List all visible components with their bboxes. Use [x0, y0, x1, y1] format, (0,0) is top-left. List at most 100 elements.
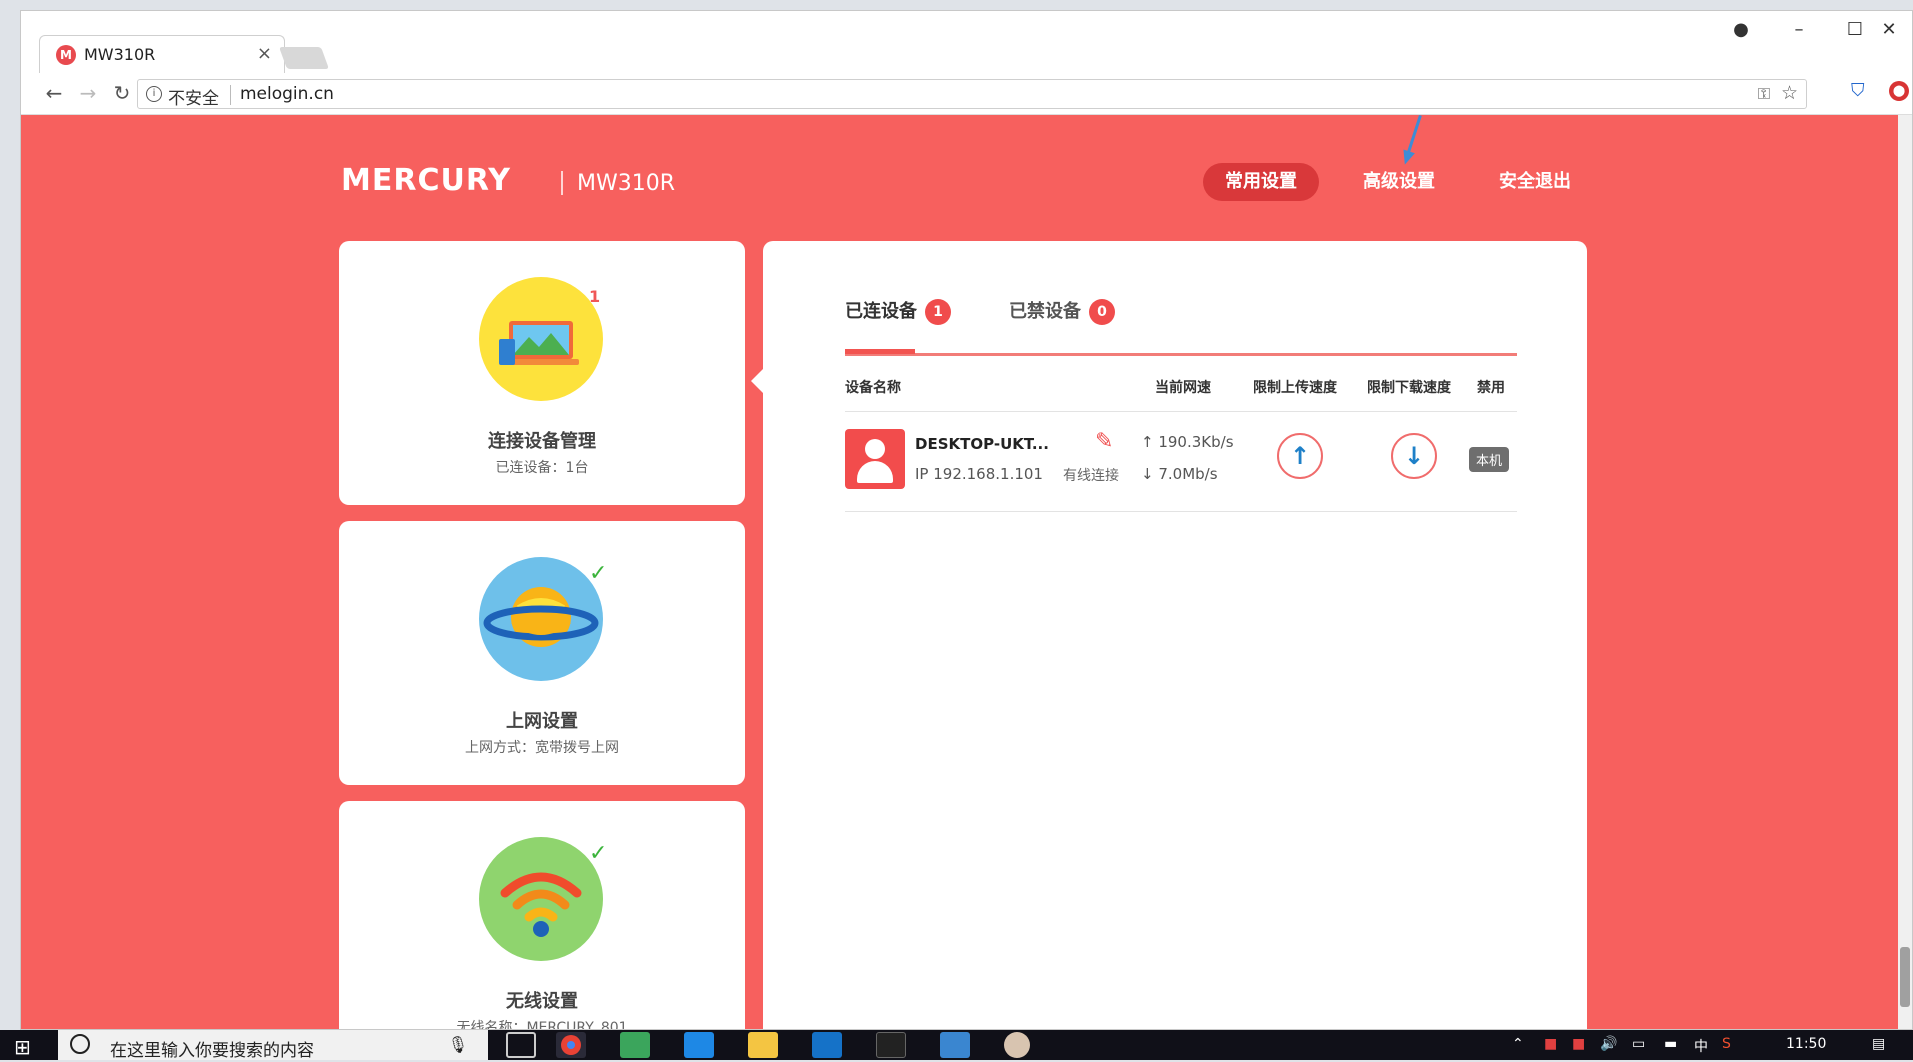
new-tab-button[interactable] — [279, 47, 329, 69]
address-bar[interactable]: i 不安全 melogin.cn ⚿ ☆ — [137, 79, 1807, 109]
network-icon[interactable]: ▭ — [1632, 1036, 1645, 1052]
tray-app-icon[interactable]: ■ — [1572, 1036, 1585, 1052]
download-speed-value: 7.0Mb/s — [1158, 465, 1217, 483]
tab-connected-devices[interactable]: 已连设备 1 — [845, 297, 951, 325]
card-title: 无线设置 — [339, 987, 745, 1013]
tray-app-icon[interactable]: S — [1722, 1036, 1731, 1052]
nav-common-settings[interactable]: 常用设置 — [1203, 163, 1319, 201]
card-subtitle: 无线名称：MERCURY_801 — [339, 1017, 745, 1030]
card-title: 连接设备管理 — [339, 427, 745, 453]
reload-icon[interactable]: ↻ — [107, 81, 137, 105]
tab-blocked-devices[interactable]: 已禁设备 0 — [1009, 297, 1115, 325]
col-disable: 禁用 — [1477, 377, 1505, 397]
bookmark-star-icon[interactable]: ☆ — [1781, 82, 1798, 104]
card-subtitle: 上网方式：宽带拨号上网 — [339, 737, 745, 757]
app-icon[interactable] — [940, 1032, 970, 1058]
divider — [230, 85, 231, 105]
scrollbar-thumb[interactable] — [1900, 947, 1910, 1007]
card-internet-settings[interactable]: ✓ 上网设置 上网方式：宽带拨号上网 — [339, 521, 745, 785]
browser-window: M MW310R × ● – ☐ ✕ ← → ↻ i 不安全 melogin.c… — [20, 10, 1913, 1030]
col-current-speed: 当前网速 — [1155, 377, 1211, 397]
status-check-icon: ✓ — [589, 561, 607, 586]
forward-icon[interactable]: → — [73, 81, 103, 105]
annotation-arrow — [1407, 115, 1422, 154]
toolbar: ← → ↻ i 不安全 melogin.cn ⚿ ☆ — [21, 73, 1912, 115]
edge-icon[interactable] — [812, 1032, 842, 1058]
volume-icon[interactable]: 🔊 — [1600, 1036, 1617, 1052]
device-count-badge: 1 — [589, 287, 600, 306]
tray-chevron-icon[interactable]: ⌃ — [1512, 1036, 1524, 1052]
media-player-icon[interactable] — [620, 1032, 650, 1058]
edit-icon[interactable]: ✎ — [1095, 429, 1113, 454]
minimize-button[interactable]: – — [1779, 19, 1819, 40]
divider — [845, 511, 1517, 512]
status-check-icon: ✓ — [589, 841, 607, 866]
shield-extension-icon[interactable]: ⛉ — [1851, 80, 1865, 101]
wifi-icon — [479, 837, 603, 961]
battery-icon[interactable]: ▬ — [1664, 1036, 1677, 1052]
security-label[interactable]: 不安全 — [168, 84, 219, 109]
extension-icon[interactable]: ⬤ — [1889, 81, 1909, 101]
browser-tab[interactable]: M MW310R × — [39, 35, 285, 73]
tab-label: 已禁设备 — [1009, 301, 1081, 322]
col-download-limit: 限制下载速度 — [1367, 377, 1451, 397]
blocked-count-badge: 0 — [1089, 299, 1115, 325]
back-icon[interactable]: ← — [39, 81, 69, 105]
download-speed: ↓ 7.0Mb/s — [1141, 465, 1218, 483]
devices-icon — [479, 277, 603, 401]
nav-logout[interactable]: 安全退出 — [1477, 163, 1593, 201]
user-app-icon[interactable] — [1004, 1032, 1030, 1058]
divider — [845, 411, 1517, 412]
terminal-icon[interactable] — [876, 1032, 906, 1058]
tab-close-icon[interactable]: × — [257, 43, 272, 64]
card-title: 上网设置 — [339, 707, 745, 733]
search-placeholder: 在这里输入你要搜索的内容 — [110, 1036, 314, 1061]
ime-indicator[interactable]: 中 — [1694, 1036, 1708, 1056]
card-subtitle: 已连设备：1台 — [339, 457, 745, 477]
scrollbar[interactable] — [1898, 115, 1912, 1030]
router-page: MERCURY MW310R 常用设置 高级设置 安全退出 1 连接设备管理 已… — [21, 115, 1913, 1030]
url-text[interactable]: melogin.cn — [240, 84, 334, 104]
upload-speed-value: 190.3Kb/s — [1158, 433, 1233, 451]
profile-icon[interactable]: ● — [1721, 19, 1761, 40]
limit-download-button[interactable]: ↓ — [1391, 433, 1437, 479]
folder-icon[interactable] — [748, 1032, 778, 1058]
planet-icon — [479, 557, 603, 681]
local-device-badge: 本机 — [1469, 447, 1509, 472]
limit-upload-button[interactable]: ↑ — [1277, 433, 1323, 479]
notifications-icon[interactable]: ▤ — [1872, 1036, 1885, 1052]
tab-label: 已连设备 — [845, 301, 917, 322]
microphone-icon[interactable]: 🎙 — [448, 1035, 468, 1054]
taskbar-search[interactable]: 在这里输入你要搜索的内容 🎙 — [58, 1030, 488, 1060]
upload-speed: ↑ 190.3Kb/s — [1141, 433, 1234, 451]
connection-type: 有线连接 — [1063, 465, 1119, 485]
tray-app-icon[interactable]: ■ — [1544, 1036, 1557, 1052]
taskbar-clock[interactable]: 11:50 — [1786, 1036, 1826, 1052]
panel-pointer — [751, 369, 763, 393]
device-name[interactable]: DESKTOP-UKT... — [915, 435, 1049, 453]
logo-divider — [561, 171, 563, 195]
nav-advanced-settings[interactable]: 高级设置 — [1341, 163, 1457, 201]
model-name: MW310R — [577, 171, 675, 196]
card-device-management[interactable]: 1 连接设备管理 已连设备：1台 — [339, 241, 745, 505]
device-panel: 已连设备 1 已禁设备 0 设备名称 当前网速 限制上传速度 限制下载速度 禁用 D… — [763, 241, 1587, 1030]
col-upload-limit: 限制上传速度 — [1253, 377, 1337, 397]
tab-underline — [845, 353, 1517, 356]
favicon-icon: M — [56, 45, 76, 65]
col-device-name: 设备名称 — [845, 377, 901, 397]
tab-selected-indicator — [845, 349, 915, 354]
windows-start-icon[interactable]: ⊞ — [14, 1035, 31, 1059]
connected-count-badge: 1 — [925, 299, 951, 325]
avatar — [845, 429, 905, 489]
info-icon[interactable]: i — [146, 86, 162, 102]
tab-strip: M MW310R × ● – ☐ ✕ — [21, 11, 1912, 73]
key-icon[interactable]: ⚿ — [1758, 84, 1770, 104]
brand-logo: MERCURY — [341, 163, 511, 198]
close-window-button[interactable]: ✕ — [1869, 19, 1909, 40]
chrome-icon[interactable] — [556, 1032, 586, 1058]
taskbar: ⊞ 在这里输入你要搜索的内容 🎙 ⌃ ■ ■ 🔊 ▭ ▬ 中 S 11:50 ▤ — [0, 1030, 1913, 1060]
writer-icon[interactable] — [684, 1032, 714, 1058]
tab-title: MW310R — [84, 45, 155, 64]
card-wireless-settings[interactable]: ✓ 无线设置 无线名称：MERCURY_801 — [339, 801, 745, 1030]
task-view-icon[interactable] — [506, 1032, 536, 1058]
